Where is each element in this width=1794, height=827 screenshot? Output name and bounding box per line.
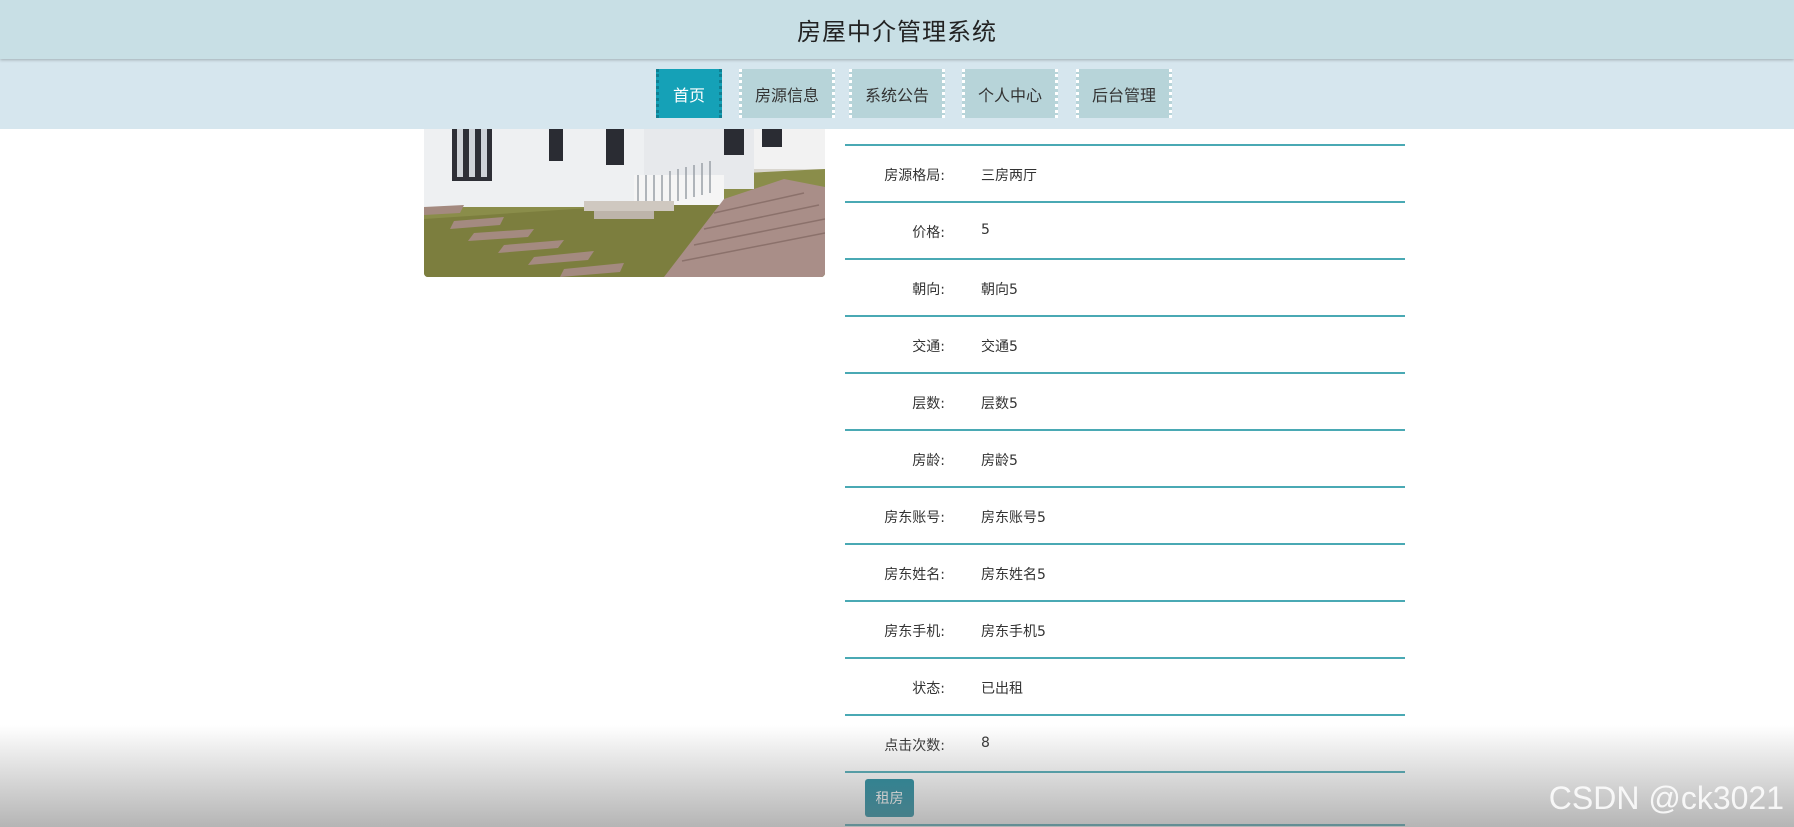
rent-button[interactable]: 租房 xyxy=(865,779,914,817)
detail-value: 房东手机5 xyxy=(981,624,1046,640)
detail-value: 房东账号5 xyxy=(981,510,1046,526)
detail-value: 房东姓名5 xyxy=(981,567,1046,583)
detail-label: 朝向: xyxy=(912,282,945,298)
page-title: 房屋中介管理系统 xyxy=(797,18,997,46)
nav-item-listings[interactable]: 房源信息 xyxy=(739,69,835,118)
detail-value: 5 xyxy=(981,222,990,238)
detail-row-status: 状态: 已出租 xyxy=(845,659,1405,716)
detail-label: 房龄: xyxy=(912,453,945,469)
detail-value: 8 xyxy=(981,735,990,751)
detail-value: 三房两厅 xyxy=(981,168,1037,184)
detail-value: 层数5 xyxy=(981,396,1018,412)
detail-label: 价格: xyxy=(912,225,945,241)
watermark: CSDN @ck3021 xyxy=(1548,780,1784,816)
detail-row-orientation: 朝向: 朝向5 xyxy=(845,260,1405,317)
detail-row-floors: 层数: 层数5 xyxy=(845,374,1405,431)
nav-item-home[interactable]: 首页 xyxy=(656,69,722,118)
detail-label: 层数: xyxy=(912,396,945,412)
title-bar: 房屋中介管理系统 xyxy=(0,0,1794,59)
detail-row-age: 房龄: 房龄5 xyxy=(845,431,1405,488)
detail-label: 状态: xyxy=(912,681,945,697)
detail-label: 交通: xyxy=(912,339,945,355)
detail-value: 交通5 xyxy=(981,339,1018,355)
detail-value: 朝向5 xyxy=(981,282,1018,298)
detail-row-landlord-phone: 房东手机: 房东手机5 xyxy=(845,602,1405,659)
detail-row-landlord-account: 房东账号: 房东账号5 xyxy=(845,488,1405,545)
nav-item-profile[interactable]: 个人中心 xyxy=(962,69,1058,118)
detail-label: 房东账号: xyxy=(884,510,945,526)
nav-item-announcements[interactable]: 系统公告 xyxy=(849,69,945,118)
detail-label: 房东手机: xyxy=(884,624,945,640)
nav-bar: 首页 房源信息 系统公告 个人中心 后台管理 xyxy=(0,59,1794,129)
detail-label: 点击次数: xyxy=(884,738,945,754)
detail-label: 房东姓名: xyxy=(884,567,945,583)
detail-row-landlord-name: 房东姓名: 房东姓名5 xyxy=(845,545,1405,602)
detail-row-actions: 租房 xyxy=(845,773,1405,826)
house-photo xyxy=(424,129,825,277)
detail-row-clicks: 点击次数: 8 xyxy=(845,716,1405,773)
detail-row-price: 价格: 5 xyxy=(845,203,1405,260)
detail-row-layout: 房源格局: 三房两厅 xyxy=(845,146,1405,203)
detail-label: 房源格局: xyxy=(884,168,945,184)
nav-item-admin[interactable]: 后台管理 xyxy=(1076,69,1172,118)
detail-row-transport: 交通: 交通5 xyxy=(845,317,1405,374)
detail-value: 房龄5 xyxy=(981,453,1018,469)
detail-value: 已出租 xyxy=(981,681,1023,697)
